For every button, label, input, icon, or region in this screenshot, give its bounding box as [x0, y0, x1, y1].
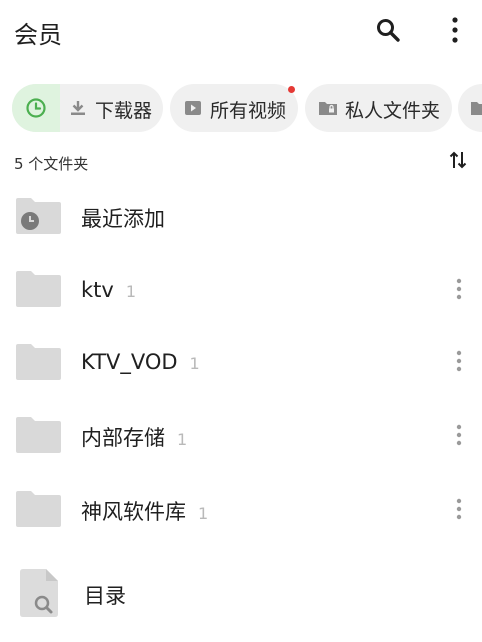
chip-recent[interactable]: [12, 84, 60, 132]
item-count: 1: [189, 354, 200, 373]
item-more-button[interactable]: [448, 494, 470, 524]
item-more-button[interactable]: [448, 346, 470, 376]
more-vertical-icon: [456, 350, 462, 372]
folder-name: KTV_VOD 1: [81, 350, 200, 374]
item-count: 1: [125, 282, 137, 301]
page-title: 会员: [14, 21, 62, 49]
folder-icon: [16, 417, 61, 453]
video-icon: [185, 101, 201, 115]
app-header: 会员: [0, 0, 482, 62]
search-icon: [377, 19, 400, 42]
search-button[interactable]: [372, 14, 404, 46]
chip-downloader-label: 下载器: [95, 100, 153, 122]
item-count: 1: [177, 430, 188, 449]
folder-name-label: KTV_VOD: [81, 350, 178, 374]
folder-icon: [471, 102, 482, 115]
new-badge-dot: [288, 86, 295, 93]
folder-count: 5 个文件夹: [14, 155, 89, 173]
folder-name: ktv 1: [81, 278, 136, 302]
list-item[interactable]: ktv 1: [0, 253, 482, 325]
recent-folder-icon: [16, 198, 61, 234]
folder-name-label: 内部存储: [81, 426, 165, 450]
folder-name-label: ktv: [81, 278, 114, 302]
more-vertical-icon: [452, 17, 458, 43]
sort-icon: [449, 151, 467, 169]
folder-name-label: 神风软件库: [81, 500, 186, 524]
list-item[interactable]: 神风软件库 1: [0, 472, 482, 544]
chip-more[interactable]: [458, 84, 482, 132]
folder-icon: [16, 344, 61, 380]
more-vertical-icon: [456, 498, 462, 520]
more-vertical-icon: [456, 424, 462, 446]
folder-name: 内部存储 1: [81, 422, 187, 452]
chip-private-folder-label: 私人文件夹: [345, 100, 441, 122]
list-item[interactable]: 内部存储 1: [0, 398, 482, 470]
lock-folder-icon: [319, 102, 337, 115]
filter-chips: 下载器 所有视频 私人文件夹: [0, 84, 482, 132]
folder-name: 目录: [84, 580, 126, 610]
folder-name-label: 目录: [84, 584, 126, 608]
chip-private-folder[interactable]: 私人文件夹: [305, 84, 452, 132]
clock-icon: [26, 98, 46, 118]
item-more-button[interactable]: [448, 274, 470, 304]
chip-all-videos-label: 所有视频: [210, 100, 287, 122]
search-file-icon: [20, 569, 58, 617]
item-more-button[interactable]: [448, 420, 470, 450]
list-item[interactable]: 最近添加: [0, 180, 482, 252]
folder-name: 神风软件库 1: [81, 496, 208, 526]
chip-all-videos[interactable]: 所有视频: [170, 84, 298, 132]
folder-name-label: 最近添加: [81, 207, 165, 231]
folder-name: 最近添加: [81, 203, 165, 233]
more-vertical-icon: [456, 278, 462, 300]
sort-button[interactable]: [446, 148, 470, 172]
folder-icon: [16, 271, 61, 307]
overflow-menu-button[interactable]: [439, 14, 471, 46]
download-icon: [71, 101, 85, 115]
item-count: 1: [198, 504, 209, 523]
list-item[interactable]: 目录: [0, 557, 482, 629]
list-item[interactable]: KTV_VOD 1: [0, 325, 482, 397]
chip-downloader[interactable]: 下载器: [12, 84, 163, 132]
folder-icon: [16, 491, 61, 527]
